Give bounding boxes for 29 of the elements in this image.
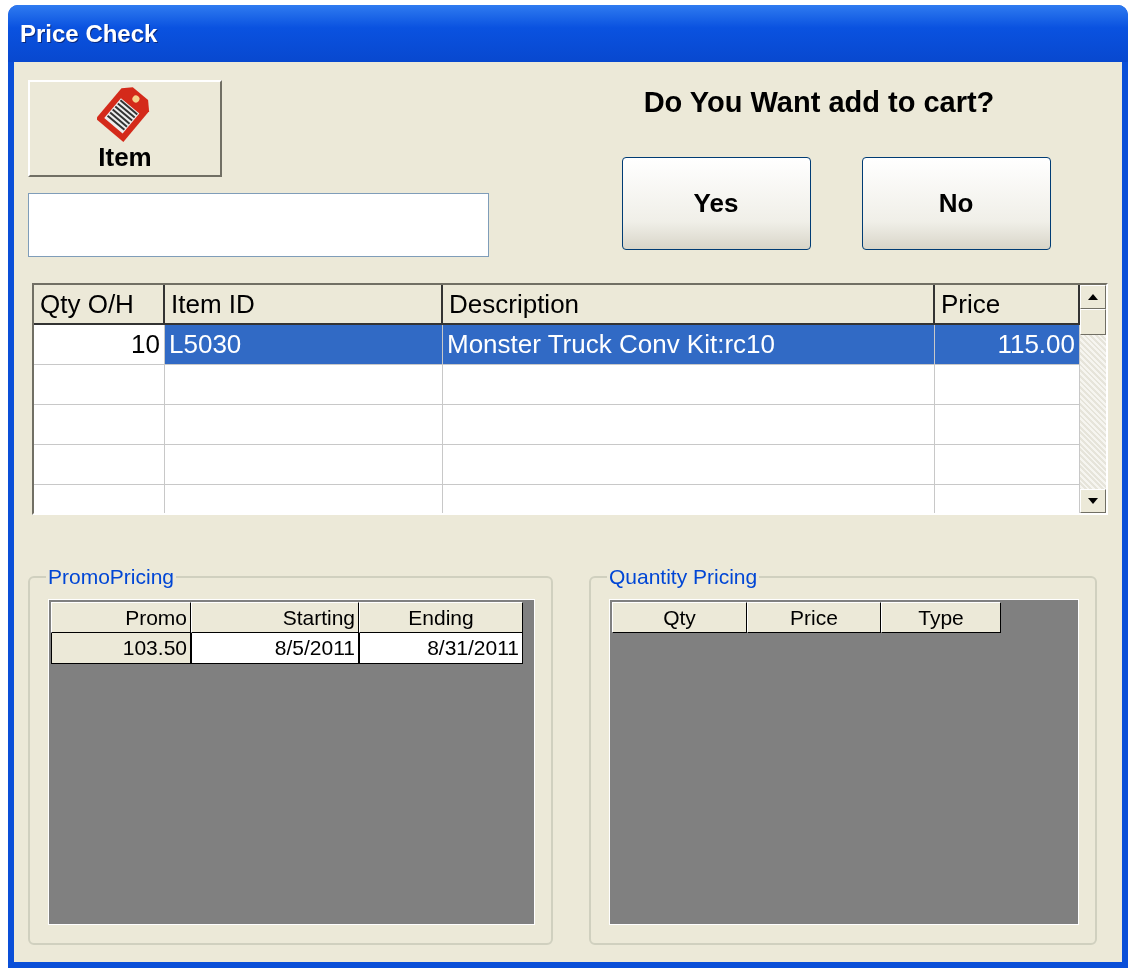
group-title: PromoPricing (47, 565, 176, 589)
yes-button[interactable]: Yes (621, 157, 811, 250)
no-button[interactable]: No (861, 157, 1051, 250)
up-arrow-icon[interactable] (1088, 294, 1098, 300)
table-cell: 103.50 (51, 633, 191, 664)
table-cell: 8/31/2011 (359, 633, 523, 664)
group-title: Quantity Pricing (608, 565, 759, 589)
table-cell: L5030 (165, 325, 443, 365)
table-cell: Monster Truck Conv Kit:rc10 (443, 325, 935, 365)
column-header[interactable]: Price (935, 285, 1080, 325)
column-header[interactable]: Item ID (165, 285, 443, 325)
down-arrow-icon[interactable] (1088, 498, 1098, 504)
column-header[interactable]: Qty (612, 602, 747, 633)
column-header[interactable]: Ending (359, 602, 523, 633)
prompt-text: Do You Want add to cart? (643, 86, 995, 119)
column-header[interactable]: Starting (191, 602, 359, 633)
item-button[interactable]: Item (28, 80, 222, 177)
scrollbar[interactable] (1080, 285, 1106, 513)
item-input-field[interactable] (28, 193, 489, 257)
column-header[interactable]: Type (881, 602, 1001, 633)
column-header[interactable]: Price (747, 602, 881, 633)
table-cell: 10 (34, 325, 165, 365)
column-header[interactable]: Description (443, 285, 935, 325)
window-title: Price Check (20, 19, 158, 48)
column-header[interactable]: Qty O/H (34, 285, 165, 325)
table-cell: 115.00 (935, 325, 1080, 365)
scroll-thumb[interactable] (1080, 309, 1106, 335)
column-header[interactable]: Promo (51, 602, 191, 633)
table-cell: 8/5/2011 (191, 633, 359, 664)
